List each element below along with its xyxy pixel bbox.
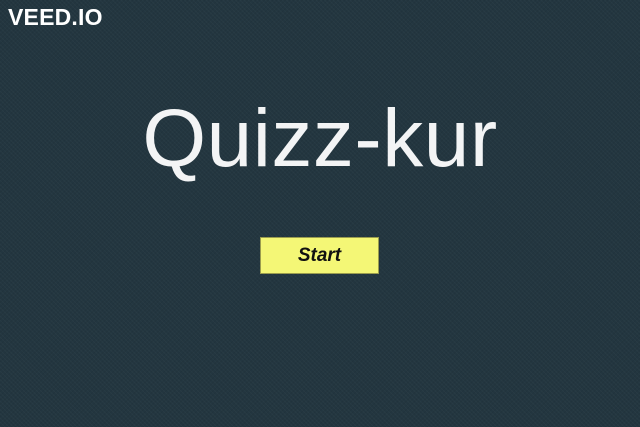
start-button[interactable]: Start — [260, 237, 379, 274]
veed-watermark-logo: VEED.IO — [8, 4, 103, 30]
page-title: Quizz-kur — [142, 93, 498, 184]
